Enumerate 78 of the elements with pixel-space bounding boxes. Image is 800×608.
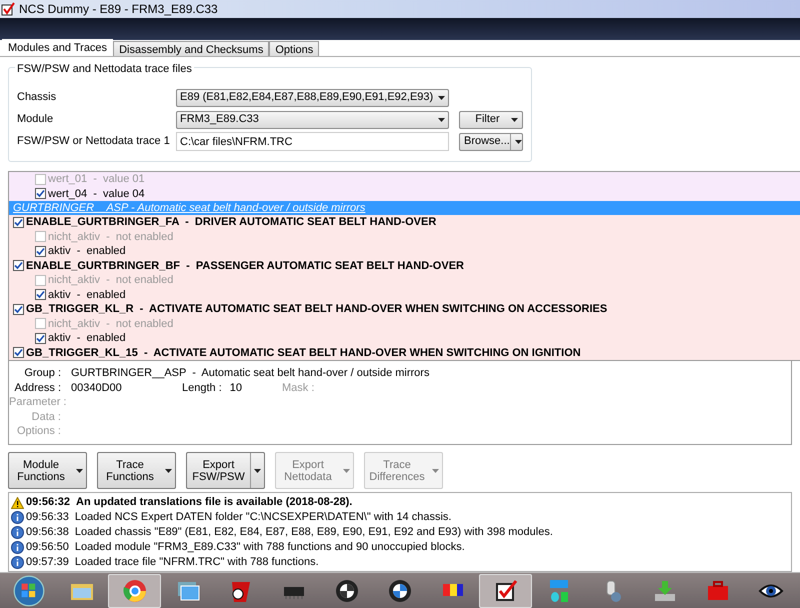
tab[interactable]: Disassembly and Checksums xyxy=(113,41,270,56)
roundel-icon[interactable] xyxy=(386,578,412,604)
menu-button[interactable]: Filter xyxy=(459,110,523,128)
function-label: GB_TRIGGER_KL_15 - ACTIVATE AUTOMATIC SEAT BELT HAND-OVER WHEN SWITCHING ON IGNITION xyxy=(26,346,581,360)
start-orb-icon[interactable] xyxy=(12,574,44,606)
option-label: nicht_aktiv - not enabled xyxy=(48,273,174,288)
input-field[interactable]: C:\car files\NFRM.TRC xyxy=(176,132,449,151)
info-icon xyxy=(11,526,24,539)
unchecked-checkbox[interactable] xyxy=(35,274,46,286)
detail-label: Parameter : xyxy=(9,395,68,410)
caret-icon xyxy=(343,468,350,472)
option-label: aktiv - enabled xyxy=(48,331,126,346)
checked-checkbox[interactable] xyxy=(35,332,46,344)
detail-label: Mask : xyxy=(282,380,316,396)
detail-label: Options : xyxy=(16,424,62,439)
info-icon xyxy=(11,541,24,554)
checked-checkbox[interactable] xyxy=(35,246,46,257)
caret-icon xyxy=(254,468,261,472)
log-message: Loaded module "FRM3_E89.C33" with 788 functions and 90 unoccupied blocks. xyxy=(74,540,465,556)
option-label: nicht_aktiv - not enabled xyxy=(48,230,174,244)
detail-label: Address : xyxy=(14,380,62,396)
log-time: 09:56:38 xyxy=(26,525,69,540)
active-taskbar-slot[interactable] xyxy=(479,574,532,608)
roundel-icon[interactable] xyxy=(334,578,360,604)
caret-icon xyxy=(165,468,172,472)
caret-icon xyxy=(432,468,439,472)
unchecked-checkbox[interactable] xyxy=(35,231,46,242)
option-label: nicht_aktiv - not enabled xyxy=(48,316,174,332)
info-icon xyxy=(11,511,24,524)
window-title: NCS Dummy - E89 - FRM3_E89.C33 xyxy=(19,1,218,18)
option-label: aktiv - enabled xyxy=(48,244,126,259)
detail-label: Length : xyxy=(182,380,223,396)
action-button[interactable]: Trace Functions xyxy=(97,452,176,489)
unchecked-checkbox[interactable] xyxy=(35,174,46,185)
log-time: 09:56:50 xyxy=(26,540,69,556)
detail-value: 10 xyxy=(230,380,242,396)
option-label: wert_01 - value 01 xyxy=(48,172,145,187)
log-time: 09:56:32 xyxy=(26,495,70,510)
checked-checkbox[interactable] xyxy=(13,304,24,315)
checked-checkbox[interactable] xyxy=(35,188,46,200)
caret-icon xyxy=(438,118,445,122)
option-label: wert_04 - value 04 xyxy=(48,186,145,202)
detail-label: Group : xyxy=(23,366,62,381)
log-message: Loaded chassis "E89" (E81, E82, E84, E87, E88, E89, E90, E91, E92 and E93) with 398 modules. xyxy=(74,525,553,540)
detail-value: GURTBRINGER__ASP - Automatic seat belt hand-over / outside mirrors xyxy=(71,366,430,381)
caret-icon xyxy=(511,118,518,122)
log-message: Loaded NCS Expert DATEN folder "C:\NCSEXPER\DATEN\" with 14 chassis. xyxy=(74,510,452,526)
menu-button[interactable]: Browse... xyxy=(459,132,523,150)
checked-checkbox[interactable] xyxy=(13,347,24,358)
function-label: GB_TRIGGER_KL_R - ACTIVATE AUTOMATIC SEAT BELT HAND-OVER WHEN SWITCHING ON ACCESSORIES xyxy=(26,302,608,317)
log-message: An updated translations file is available (2018-08-28). xyxy=(76,495,352,510)
dropdown[interactable]: E89 (E81,E82,E84,E87,E88,E89,E90,E91,E92,E93) xyxy=(176,88,449,106)
checked-checkbox[interactable] xyxy=(13,260,24,272)
dropdown[interactable]: FRM3_E89.C33 xyxy=(176,110,449,128)
caret-icon xyxy=(438,96,445,100)
field-label: Chassis xyxy=(17,90,58,106)
option-label: aktiv - enabled xyxy=(48,288,126,302)
caret-icon xyxy=(514,140,522,144)
action-button[interactable]: Module Functions xyxy=(8,452,87,489)
tab[interactable]: Options xyxy=(269,41,320,56)
checked-checkbox[interactable] xyxy=(13,216,24,228)
field-label: Module xyxy=(17,112,54,128)
unchecked-checkbox[interactable] xyxy=(35,318,46,330)
detail-label: Data : xyxy=(30,410,62,424)
checked-checkbox[interactable] xyxy=(35,289,46,300)
log-message: Loaded trace file "NFRM.TRC" with 788 functions. xyxy=(74,555,319,570)
info-icon xyxy=(11,556,24,569)
field-label: FSW/PSW or Nettodata trace 1 xyxy=(17,134,171,150)
log-time: 09:56:33 xyxy=(26,510,69,526)
caret-icon xyxy=(76,468,83,472)
checkmark-icon xyxy=(1,2,15,16)
action-button[interactable]: Export FSW/PSW xyxy=(186,452,265,489)
warning-icon xyxy=(11,496,24,508)
browser-icon[interactable] xyxy=(122,578,148,604)
function-label: ENABLE_GURTBRINGER_BF - PASSENGER AUTOMATIC SEAT BELT HAND-OVER xyxy=(26,258,464,274)
log-time: 09:57:39 xyxy=(26,555,69,570)
detail-value: 00340D00 xyxy=(71,380,123,396)
function-label: ENABLE_GURTBRINGER_FA - DRIVER AUTOMATIC SEAT BELT HAND-OVER xyxy=(26,215,436,230)
